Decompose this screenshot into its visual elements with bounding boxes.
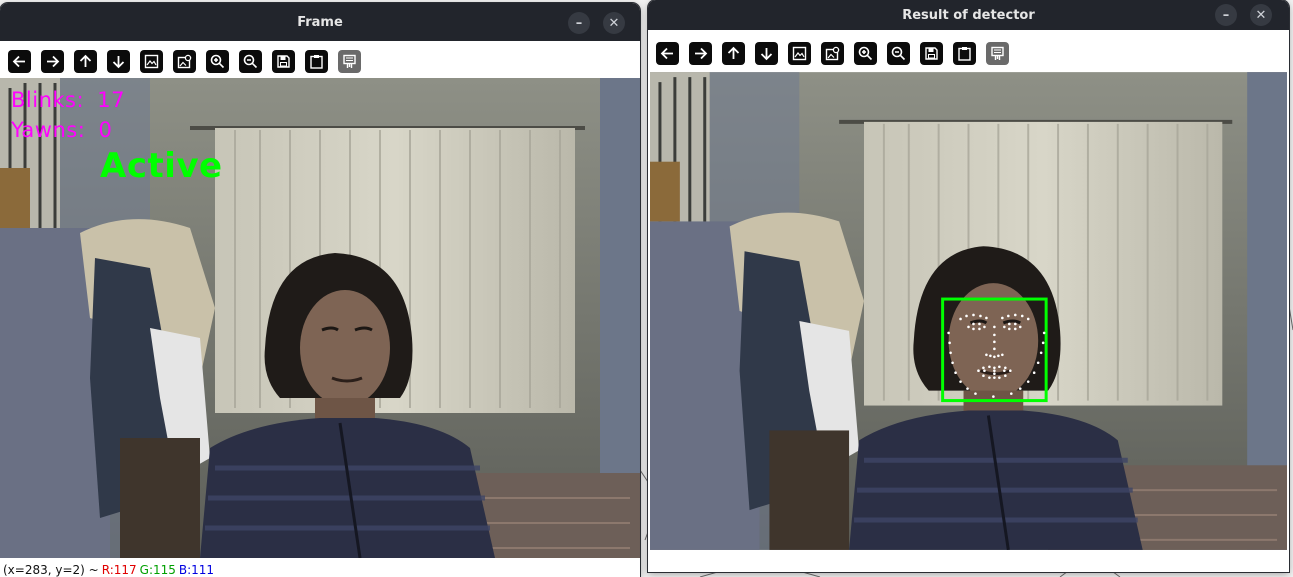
minimize-button[interactable]: –	[568, 12, 590, 34]
properties-icon	[343, 54, 356, 68]
save-icon	[277, 54, 290, 68]
arrow-right-icon	[695, 47, 708, 59]
properties-button[interactable]	[986, 41, 1009, 65]
copy-to-clipboard-button[interactable]	[305, 49, 328, 73]
close-icon: ✕	[1255, 7, 1267, 23]
detector-titlebar[interactable]: Result of detector – ✕	[648, 0, 1289, 30]
close-button[interactable]: ✕	[1250, 4, 1272, 26]
image-settings-button[interactable]	[821, 41, 844, 65]
pixel-red-value: R:117	[101, 563, 137, 577]
zoom-in-icon	[210, 54, 225, 68]
frame-toolbar	[0, 41, 640, 81]
frame-titlebar[interactable]: Frame – ✕	[0, 3, 640, 41]
image-settings-icon	[825, 46, 840, 60]
pan-up-button[interactable]	[722, 41, 745, 65]
close-button[interactable]: ✕	[603, 12, 625, 34]
pixel-blue-value: B:111	[178, 563, 215, 577]
close-icon: ✕	[608, 15, 620, 31]
pan-down-button[interactable]	[107, 49, 130, 73]
frame-window-title: Frame	[297, 14, 343, 30]
image-settings-button[interactable]	[173, 49, 196, 73]
pan-right-button[interactable]	[689, 41, 712, 65]
pixel-status-bar: (x=283, y=2) ~ R:117 G:115 B:111	[0, 561, 640, 577]
detector-scene-image	[650, 72, 1287, 550]
copy-to-clipboard-button[interactable]	[953, 41, 976, 65]
yawns-label: Yawns:	[11, 118, 86, 142]
yawns-counter: Yawns: 0	[11, 118, 112, 142]
blinks-counter: Blinks: 17	[11, 88, 125, 112]
clipboard-icon	[958, 46, 971, 61]
arrow-left-icon	[12, 55, 25, 67]
zoom-out-icon	[243, 54, 258, 68]
fit-image-button[interactable]	[788, 41, 811, 65]
zoom-in-button[interactable]	[206, 49, 229, 73]
frame-window: Frame – ✕ Blinks: 17 Yawns: 0 Active (x=…	[0, 3, 640, 577]
driver-state-label: Active	[100, 146, 223, 186]
clipboard-icon	[310, 54, 323, 69]
pan-left-button[interactable]	[656, 41, 679, 65]
image-icon	[792, 46, 807, 60]
cursor-coordinates: (x=283, y=2) ~	[3, 563, 99, 577]
zoom-out-icon	[891, 46, 906, 60]
image-settings-icon	[177, 54, 192, 68]
zoom-in-icon	[858, 46, 873, 60]
detector-toolbar	[648, 33, 1289, 73]
arrow-up-icon	[727, 46, 740, 59]
fit-image-button[interactable]	[140, 49, 163, 73]
camera-frame-view[interactable]: Blinks: 17 Yawns: 0 Active	[0, 78, 640, 558]
blinks-value: 17	[97, 88, 125, 112]
arrow-right-icon	[47, 55, 60, 67]
detector-window-title: Result of detector	[902, 7, 1035, 23]
pan-right-button[interactable]	[41, 49, 64, 73]
pan-up-button[interactable]	[74, 49, 97, 73]
zoom-in-button[interactable]	[854, 41, 877, 65]
properties-icon	[991, 46, 1004, 60]
arrow-up-icon	[79, 54, 92, 67]
yawns-value: 0	[98, 118, 113, 142]
pan-left-button[interactable]	[8, 49, 31, 73]
zoom-out-button[interactable]	[887, 41, 910, 65]
arrow-left-icon	[660, 47, 673, 59]
zoom-out-button[interactable]	[239, 49, 262, 73]
minimize-button[interactable]: –	[1215, 4, 1237, 26]
minimize-icon: –	[1222, 7, 1230, 23]
properties-button[interactable]	[338, 49, 361, 73]
blinks-label: Blinks:	[11, 88, 85, 112]
save-button[interactable]	[920, 41, 943, 65]
save-icon	[925, 46, 938, 60]
image-icon	[144, 54, 159, 68]
minimize-icon: –	[575, 15, 583, 31]
pixel-green-value: G:115	[139, 563, 176, 577]
save-button[interactable]	[272, 49, 295, 73]
room-scene-image	[0, 78, 640, 558]
detector-result-view[interactable]	[650, 72, 1287, 550]
arrow-down-icon	[112, 55, 125, 68]
pan-down-button[interactable]	[755, 41, 778, 65]
detector-window: Result of detector – ✕	[648, 0, 1289, 572]
arrow-down-icon	[760, 47, 773, 60]
